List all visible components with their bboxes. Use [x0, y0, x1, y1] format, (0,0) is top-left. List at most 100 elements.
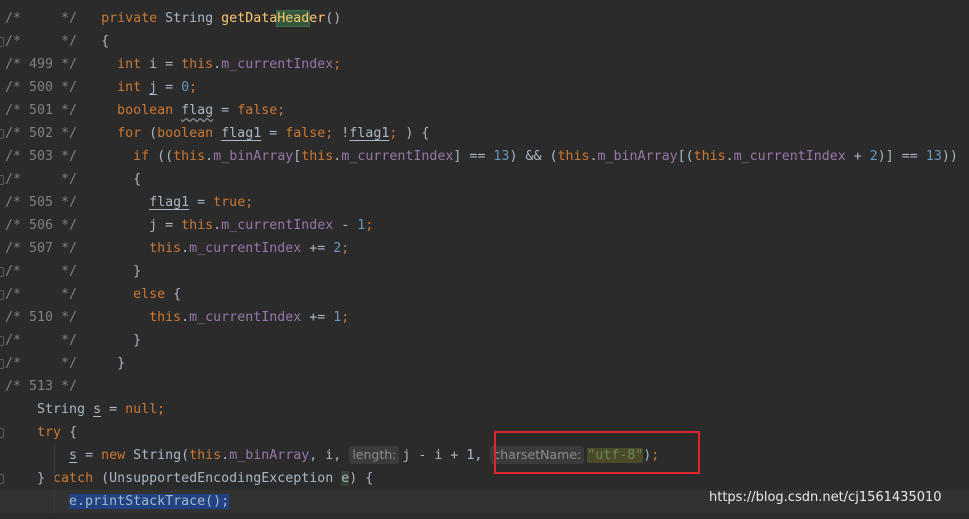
field: m_binArray — [229, 448, 310, 463]
line-comment: /* 506 */ — [5, 218, 150, 233]
method-name-match: Head — [276, 10, 311, 27]
keyword: this — [301, 149, 334, 164]
fold-marker-icon[interactable] — [0, 474, 4, 484]
code-line[interactable]: /* 513 */ — [0, 375, 969, 398]
fold-marker-icon[interactable] — [0, 336, 4, 346]
fold-marker-icon[interactable] — [0, 175, 4, 185]
code-text: { — [101, 34, 110, 49]
field: m_currentIndex — [189, 241, 302, 256]
keyword: this — [149, 241, 182, 256]
line-comment: /* */ — [5, 356, 118, 371]
code-line[interactable]: /* 507 */ this.m_currentIndex += 2; — [0, 237, 969, 260]
code-text: . — [589, 149, 598, 164]
code-line[interactable]: String s = null; — [0, 398, 969, 421]
keyword: ; — [325, 126, 342, 141]
code-line[interactable]: /* */ else { — [0, 283, 969, 306]
variable: j — [149, 80, 158, 95]
code-text: j = — [149, 218, 182, 233]
code-line[interactable]: /* 510 */ this.m_currentIndex += 1; — [0, 306, 969, 329]
keyword: ; — [365, 218, 374, 233]
keyword: ; — [277, 103, 286, 118]
code-line[interactable]: /* */ } — [0, 260, 969, 283]
keyword: null — [125, 402, 158, 417]
indent-guide — [54, 490, 55, 513]
code-text: ] == — [453, 149, 494, 164]
code-line[interactable]: /* 503 */ if ((this.m_binArray[this.m_cu… — [0, 145, 969, 168]
code-text: )] == — [877, 149, 926, 164]
variable: flag1 — [149, 195, 190, 210]
keyword: this — [189, 448, 222, 463]
indent-guide — [54, 467, 55, 490]
variable: flag1 — [221, 126, 262, 141]
code-line[interactable]: /* 499 */ int i = this.m_currentIndex; — [0, 53, 969, 76]
code-text: + — [845, 149, 870, 164]
keyword: int — [117, 80, 150, 95]
code-line[interactable]: } catch (UnsupportedEncodingException e)… — [0, 467, 969, 490]
code-text: = — [157, 80, 182, 95]
indent-guide — [54, 444, 55, 467]
fold-marker-icon[interactable] — [0, 267, 4, 277]
code-text: ) && ( — [509, 149, 558, 164]
keyword: this — [181, 57, 214, 72]
code-line[interactable]: /* 506 */ j = this.m_currentIndex - 1; — [0, 214, 969, 237]
code-line[interactable]: /* 505 */ flag1 = true; — [0, 191, 969, 214]
keyword: ; — [333, 57, 342, 72]
unused-variable: flag — [181, 103, 214, 118]
fold-marker-icon[interactable] — [0, 290, 4, 300]
line-comment: /* 501 */ — [5, 103, 118, 118]
variable: flag1 — [349, 126, 390, 141]
field: m_currentIndex — [221, 218, 334, 233]
code-line[interactable]: /* 500 */ int j = 0; — [0, 76, 969, 99]
code-text: = — [261, 126, 286, 141]
line-comment: /* 500 */ — [5, 80, 118, 95]
code-text: . — [213, 57, 222, 72]
keyword: this — [181, 218, 214, 233]
code-line[interactable]: try { — [0, 421, 969, 444]
code-text: } — [133, 333, 142, 348]
keyword: ; — [189, 80, 198, 95]
fold-marker-icon[interactable] — [0, 428, 4, 438]
keyword: true — [213, 195, 246, 210]
code-line[interactable]: /* 502 */ for (boolean flag1 = false; !f… — [0, 122, 969, 145]
fold-marker-icon[interactable] — [0, 129, 4, 139]
code-line[interactable]: /* */ { — [0, 168, 969, 191]
code-line[interactable]: /* */ } — [0, 352, 969, 375]
keyword: false — [237, 103, 278, 118]
line-comment: /* */ — [5, 172, 134, 187]
keyword: int — [117, 57, 150, 72]
line-comment: /* */ — [5, 287, 134, 302]
code-text: String( — [133, 448, 190, 463]
field: m_currentIndex — [733, 149, 846, 164]
code-line[interactable]: /* */ } — [0, 329, 969, 352]
fold-marker-icon[interactable] — [0, 37, 4, 47]
keyword: catch — [53, 471, 102, 486]
code-text: . — [181, 310, 190, 325]
code-text: i = — [149, 57, 182, 72]
code-text: ( — [149, 126, 158, 141]
code-line[interactable]: s = new String(this.m_binArray, i, lengt… — [0, 444, 969, 467]
code-line[interactable]: /* 501 */ boolean flag = false; — [0, 99, 969, 122]
line-comment: /* 507 */ — [5, 241, 150, 256]
keyword: boolean — [117, 103, 182, 118]
line-comment: /* 503 */ — [5, 149, 134, 164]
code-text: = — [77, 448, 102, 463]
keyword: ; — [341, 241, 350, 256]
code-text: String — [165, 11, 222, 26]
keyword: false — [285, 126, 326, 141]
code-text: += — [301, 310, 334, 325]
keyword: this — [557, 149, 590, 164]
code-text: ) { — [349, 471, 374, 486]
fold-marker-icon[interactable] — [0, 359, 4, 369]
keyword: for — [117, 126, 150, 141]
keyword: try — [37, 425, 70, 440]
code-text: } — [37, 471, 54, 486]
code-line[interactable]: /* */ { — [0, 30, 969, 53]
keyword: ; — [341, 310, 350, 325]
code-editor[interactable]: /* */ private String getDataHeader()/* *… — [0, 7, 969, 513]
code-line[interactable]: /* */ private String getDataHeader() — [0, 7, 969, 30]
keyword: boolean — [157, 126, 222, 141]
field: m_currentIndex — [341, 149, 454, 164]
code-text: = — [213, 103, 238, 118]
